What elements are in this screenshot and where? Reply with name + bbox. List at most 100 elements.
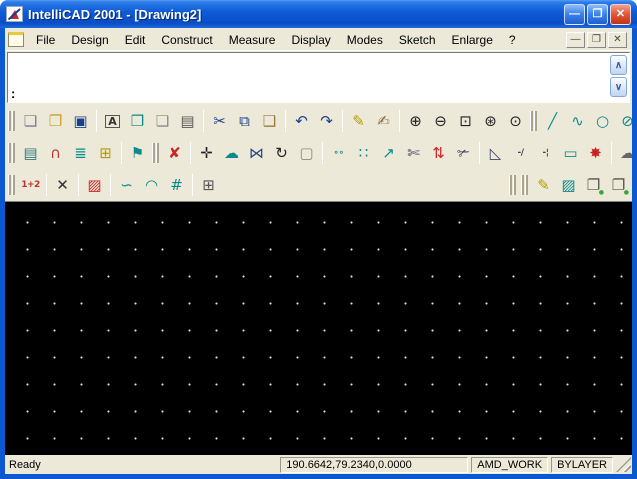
toolbar-grip[interactable] (509, 173, 517, 197)
menu-measure[interactable]: Measure (221, 31, 284, 49)
toolbar-separator (479, 142, 480, 164)
zoom-previous-icon: ⊙ (509, 111, 522, 130)
pan-hand-button[interactable]: ✍ (371, 109, 396, 134)
edit-pencil-icon: ✎ (352, 111, 365, 130)
flag-button[interactable]: ⚑ (125, 141, 150, 166)
window-panel-button[interactable]: ⊞ (196, 173, 221, 198)
redo-button[interactable]: ↷ (314, 109, 339, 134)
text-style-button[interactable]: A (100, 109, 125, 134)
stretch-button[interactable]: ↗ (376, 141, 401, 166)
scroll-down-button[interactable]: ∨ (610, 77, 627, 97)
close-button[interactable]: ✕ (610, 3, 631, 25)
menu-display[interactable]: Display (283, 31, 338, 49)
new-button[interactable]: ❏ (18, 109, 43, 134)
trim-button[interactable]: ✄ (401, 141, 426, 166)
menu-sketch[interactable]: Sketch (391, 31, 444, 49)
mdi-close-button[interactable]: ✕ (608, 31, 627, 48)
copy-cloud-button[interactable]: ☁ (219, 141, 244, 166)
erase-button[interactable]: ✘ (162, 141, 187, 166)
load-from-screen-button[interactable]: ❐ (606, 173, 631, 198)
donut-button[interactable]: ⊘ (615, 109, 632, 134)
redo-icon: ↷ (320, 111, 333, 130)
lengthen-button[interactable]: -¦ (533, 141, 558, 166)
copy-button[interactable]: ⧉ (232, 109, 257, 134)
save-button[interactable]: ▣ (68, 109, 93, 134)
print-button[interactable]: ▤ (175, 109, 200, 134)
open-button[interactable]: ❐ (43, 109, 68, 134)
extend-button[interactable]: ⇅ (426, 141, 451, 166)
toolbar-separator (46, 174, 47, 196)
zoom-extents-button[interactable]: ⊛ (478, 109, 503, 134)
chamfer-button[interactable]: ◺ (483, 141, 508, 166)
drawing-canvas[interactable] (5, 201, 632, 455)
drawing-document-icon[interactable] (8, 32, 24, 47)
restore-button[interactable]: ❐ (587, 3, 608, 25)
zoom-previous-button[interactable]: ⊙ (503, 109, 528, 134)
menu-construct[interactable]: Construct (153, 31, 220, 49)
menu-help[interactable]: ? (501, 31, 524, 49)
copy-entities-button[interactable]: ∘∘ (326, 141, 351, 166)
mdi-minimize-button[interactable]: — (566, 31, 585, 48)
hatch-button[interactable]: ▨ (82, 173, 107, 198)
zoom-out-button[interactable]: ⊖ (428, 109, 453, 134)
toolbar-grip[interactable] (8, 173, 16, 197)
menu-file[interactable]: File (28, 31, 63, 49)
revision-cloud-button[interactable]: ☁ (615, 141, 632, 166)
break-button[interactable]: ✃ (451, 141, 476, 166)
curve-button[interactable]: ◠ (139, 173, 164, 198)
layer-dome-icon: ∩ (50, 143, 61, 162)
title-bar[interactable]: IntelliCAD 2001 - [Drawing2] — ❐ ✕ (0, 0, 637, 28)
rotate-button[interactable]: ↻ (269, 141, 294, 166)
polyline-button[interactable]: ∿ (565, 109, 590, 134)
menu-modes[interactable]: Modes (339, 31, 391, 49)
mdi-restore-button[interactable]: ❐ (587, 31, 606, 48)
snap-cross-button[interactable]: ✕ (50, 173, 75, 198)
toolbar-grip[interactable] (8, 141, 16, 165)
toolbar-grip[interactable] (521, 173, 529, 197)
pipe-button[interactable]: ∽ (114, 173, 139, 198)
scroll-up-button[interactable]: ∧ (610, 55, 627, 75)
zoom-in-button[interactable]: ⊕ (403, 109, 428, 134)
command-scrollbar: ∧ ∨ (610, 55, 627, 97)
layer-grid-button[interactable]: ⊞ (93, 141, 118, 166)
move-button[interactable]: ✛ (194, 141, 219, 166)
status-workspace[interactable]: AMD_WORK (471, 456, 549, 473)
status-color-mode[interactable]: BYLAYER (551, 456, 613, 473)
select-marquee-button[interactable]: ▢ (294, 141, 319, 166)
zoom-window-button[interactable]: ⊡ (453, 109, 478, 134)
status-coordinates[interactable]: 190.6642,79.2340,0.0000 (280, 456, 469, 473)
break-icon: ✃ (457, 143, 470, 162)
snapshot-button[interactable]: ❒ (125, 109, 150, 134)
circle-button[interactable]: ○ (590, 109, 615, 134)
dimension-button[interactable]: 1+2 (18, 173, 43, 198)
menu-items: File Design Edit Construct Measure Display Mod… (28, 31, 524, 49)
sketch-pencil-button[interactable]: ✎ (531, 173, 556, 198)
layer-stack-button[interactable]: ≣ (68, 141, 93, 166)
mirror-button[interactable]: ⋈ (244, 141, 269, 166)
page-setup-button[interactable]: ❏ (150, 109, 175, 134)
cut-button[interactable]: ✂ (207, 109, 232, 134)
paste-button[interactable]: ❑ (257, 109, 282, 134)
array-button[interactable]: ∷ (351, 141, 376, 166)
menu-edit[interactable]: Edit (117, 31, 154, 49)
undo-button[interactable]: ↶ (289, 109, 314, 134)
toolbar-grip[interactable] (530, 109, 538, 133)
menu-enlarge[interactable]: Enlarge (444, 31, 501, 49)
hatch-pattern-button[interactable]: ▨ (556, 173, 581, 198)
toolbar-grip[interactable] (8, 109, 16, 133)
layer-dome-button[interactable]: ∩ (43, 141, 68, 166)
command-window[interactable]: : ∧ ∨ (7, 52, 630, 103)
menu-design[interactable]: Design (63, 31, 116, 49)
edit-pencil-button[interactable]: ✎ (346, 109, 371, 134)
toolbar-grip[interactable] (152, 141, 160, 165)
grid-lines-button[interactable]: # (164, 173, 189, 198)
fillet-button[interactable]: -/ (508, 141, 533, 166)
send-to-screen-button[interactable]: ❐ (581, 173, 606, 198)
layer-express-button[interactable]: ▤ (18, 141, 43, 166)
edit-polyline-button[interactable]: ▭ (558, 141, 583, 166)
line-button[interactable]: ╱ (540, 109, 565, 134)
explode-button[interactable]: ✸ (583, 141, 608, 166)
print-icon: ▤ (180, 111, 195, 130)
minimize-button[interactable]: — (564, 3, 585, 25)
resize-grip[interactable] (616, 457, 631, 472)
